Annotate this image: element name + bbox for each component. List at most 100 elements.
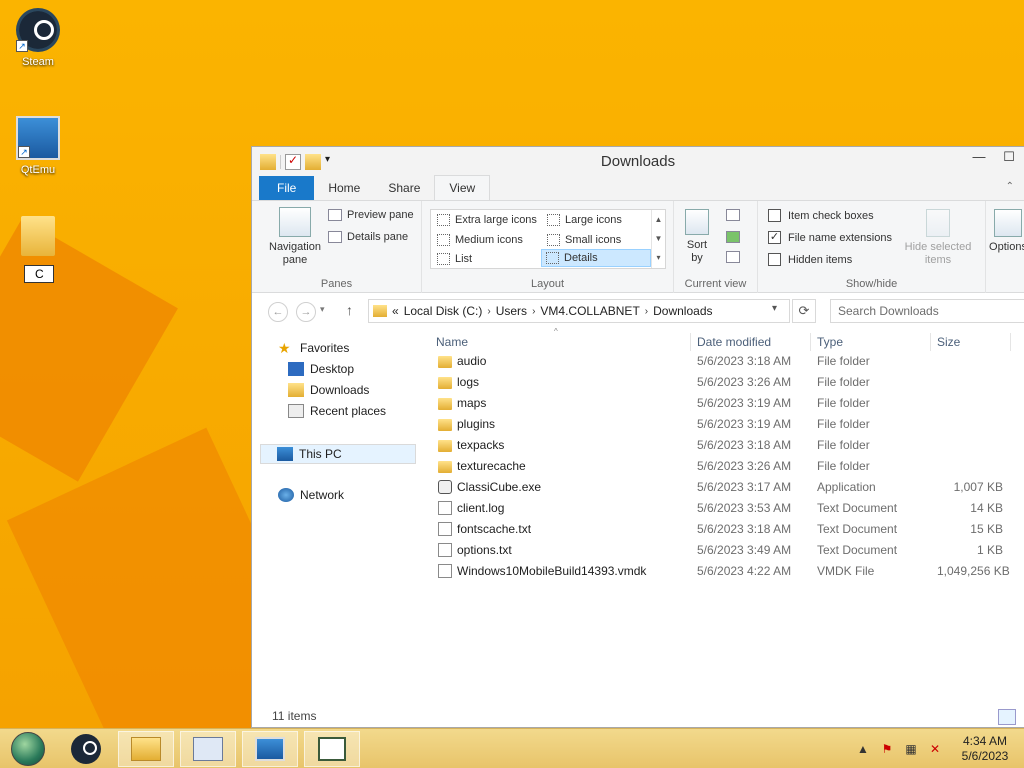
column-divider[interactable] [930, 333, 931, 351]
details-icon [546, 252, 559, 264]
medium-icons-icon [437, 234, 450, 246]
show-hidden-icons-icon[interactable]: ▲ [854, 742, 872, 756]
column-divider[interactable] [690, 333, 691, 351]
chevron-right-icon[interactable]: › [532, 306, 535, 317]
file-row[interactable]: fontscache.txt 5/6/2023 3:18 AM Text Docum… [432, 519, 1024, 540]
volume-muted-icon[interactable]: ✕ [926, 742, 944, 756]
clock[interactable]: 4:34 AM 5/6/2023 [950, 734, 1020, 764]
refresh-button[interactable]: ⟳ [792, 299, 816, 323]
details-view-toggle[interactable] [998, 709, 1016, 725]
chevron-up-icon[interactable]: ⌃ [1006, 181, 1014, 192]
options-button[interactable]: Options [988, 209, 1024, 254]
file-row[interactable]: texpacks 5/6/2023 3:18 AM File folder [432, 435, 1024, 456]
folder-icon [21, 216, 55, 256]
desktop-icon-new-folder[interactable] [6, 216, 70, 256]
back-button[interactable]: ← [268, 302, 288, 322]
group-label: Panes [320, 278, 353, 290]
nav-item-recent-places[interactable]: Recent places [288, 404, 386, 418]
taskbar-on-screen-keyboard[interactable] [180, 731, 236, 767]
tab-home[interactable]: Home [314, 176, 374, 200]
action-center-icon[interactable]: ⚑ [878, 742, 896, 756]
layout-large-icons[interactable]: Large icons [543, 211, 626, 229]
forward-button[interactable]: → [296, 302, 316, 322]
file-date: 5/6/2023 3:18 AM [697, 522, 792, 536]
add-columns-button[interactable] [726, 231, 740, 243]
tab-share[interactable]: Share [374, 176, 434, 200]
desktop-icon-label: QtEmu [20, 164, 56, 176]
layout-small-icons[interactable]: Small icons [543, 231, 625, 249]
layout-details[interactable]: Details [541, 249, 651, 267]
breadcrumb-item[interactable]: Downloads [653, 304, 712, 318]
nav-item-this-pc[interactable]: This PC [260, 444, 416, 464]
size-columns-button[interactable] [726, 251, 740, 263]
folder-icon [438, 398, 452, 410]
start-button[interactable] [0, 731, 56, 767]
network-icon [278, 488, 294, 502]
nav-item-desktop[interactable]: Desktop [288, 362, 354, 376]
tab-file[interactable]: File [259, 176, 315, 200]
up-button[interactable]: ↑ [346, 302, 353, 318]
rename-input[interactable]: C [24, 265, 54, 283]
desktop-icon-label: Steam [22, 56, 54, 68]
nav-item-network[interactable]: Network [278, 488, 344, 502]
hide-selected-items-button[interactable]: Hide selected items [900, 209, 976, 267]
preview-pane-button[interactable]: Preview pane [328, 209, 414, 221]
file-row[interactable]: audio 5/6/2023 3:18 AM File folder [432, 351, 1024, 372]
file-row[interactable]: logs 5/6/2023 3:26 AM File folder [432, 372, 1024, 393]
file-row[interactable]: ClassiCube.exe 5/6/2023 3:17 AM Applicatio… [432, 477, 1024, 498]
file-date: 5/6/2023 3:26 AM [697, 375, 792, 389]
column-header-type[interactable]: Type [817, 335, 843, 349]
navigation-pane-button[interactable]: Navigation pane [260, 207, 330, 267]
group-by-icon [726, 209, 740, 221]
breadcrumb-item[interactable]: Users [496, 304, 527, 318]
details-pane-button[interactable]: Details pane [328, 231, 408, 243]
file-row[interactable]: texturecache 5/6/2023 3:26 AM File folder [432, 456, 1024, 477]
layout-medium-icons[interactable]: Medium icons [433, 231, 527, 249]
minimize-button[interactable]: — [964, 147, 994, 169]
nav-item-downloads[interactable]: Downloads [288, 383, 369, 397]
sort-by-button[interactable]: Sort by [680, 209, 714, 265]
breadcrumb-item[interactable]: VM4.COLLABNET [540, 304, 639, 318]
column-header-name[interactable]: Name [436, 335, 468, 349]
hidden-items-toggle[interactable]: Hidden items [768, 253, 852, 266]
column-divider[interactable] [1010, 333, 1011, 351]
file-row[interactable]: client.log 5/6/2023 3:53 AM Text Document 1… [432, 498, 1024, 519]
group-label: Layout [530, 278, 565, 290]
layout-list[interactable]: List [433, 250, 476, 268]
layout-scrollbar[interactable]: ▲ ▼ ▾ [651, 210, 665, 268]
breadcrumb-overflow[interactable]: « [392, 304, 399, 318]
taskbar-steam[interactable] [58, 731, 114, 767]
desktop-icon-steam[interactable]: ↗ Steam [6, 8, 70, 68]
file-type: File folder [817, 417, 870, 431]
chevron-down-icon[interactable]: ▾ [772, 303, 777, 314]
file-row[interactable]: options.txt 5/6/2023 3:49 AM Text Document… [432, 540, 1024, 561]
address-bar[interactable]: « Local Disk (C:) › Users › VM4.COLLABNE… [368, 299, 790, 323]
file-name: ClassiCube.exe [457, 480, 542, 494]
chevron-right-icon[interactable]: › [645, 306, 648, 317]
breadcrumb-item[interactable]: Local Disk (C:) [404, 304, 483, 318]
file-size: 14 KB [970, 501, 1003, 515]
item-check-boxes-toggle[interactable]: Item check boxes [768, 209, 874, 222]
file-row[interactable]: maps 5/6/2023 3:19 AM File folder [432, 393, 1024, 414]
tab-view[interactable]: View [434, 175, 491, 200]
taskbar-qtemu[interactable] [242, 731, 298, 767]
group-by-button[interactable] [726, 209, 740, 221]
star-icon: ★ [278, 340, 291, 356]
maximize-button[interactable]: ☐ [994, 147, 1024, 169]
file-row[interactable]: Windows10MobileBuild14393.vmdk 5/6/2023 4… [432, 561, 1024, 582]
taskbar-app[interactable] [304, 731, 360, 767]
recent-locations-dropdown[interactable]: ▾ [320, 304, 325, 315]
taskbar-file-explorer[interactable] [118, 731, 174, 767]
nav-item-favorites[interactable]: ★ Favorites [278, 341, 349, 355]
file-name-extensions-toggle[interactable]: ✓ File name extensions [768, 231, 892, 244]
search-input[interactable]: Search Downloads [830, 299, 1024, 323]
ribbon: Navigation pane Preview pane Details pan… [252, 201, 1024, 293]
column-header-date[interactable]: Date modified [697, 335, 771, 349]
chevron-right-icon[interactable]: › [487, 306, 490, 317]
column-header-size[interactable]: Size [937, 335, 960, 349]
desktop-icon-qtemu[interactable]: ↗ QtEmu [6, 116, 70, 176]
column-divider[interactable] [810, 333, 811, 351]
file-row[interactable]: plugins 5/6/2023 3:19 AM File folder [432, 414, 1024, 435]
layout-extra-large-icons[interactable]: Extra large icons [433, 211, 541, 229]
network-icon[interactable]: ▦ [902, 742, 920, 756]
